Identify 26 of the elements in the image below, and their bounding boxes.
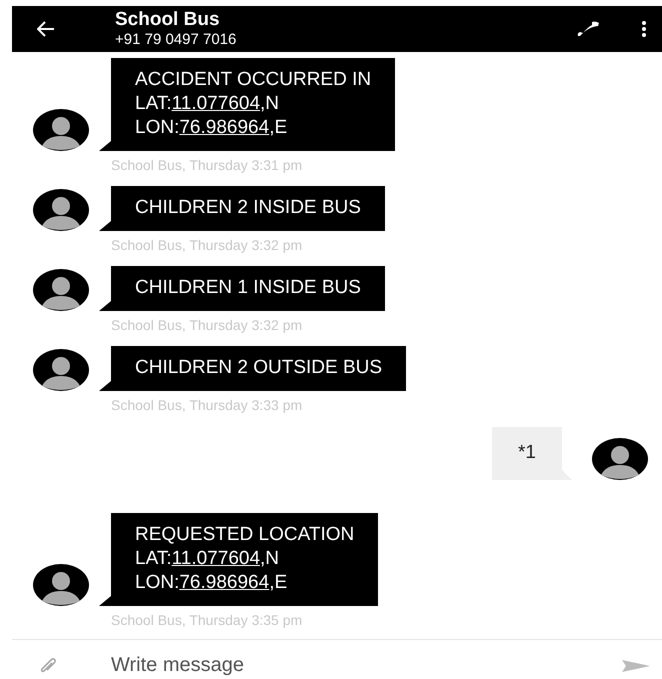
avatar-icon [33, 109, 89, 151]
message-input[interactable]: Write message [111, 650, 622, 679]
message-text: LON:76.986964,E [135, 571, 288, 595]
coordinate-link[interactable]: 11.077604 [172, 93, 260, 114]
message-text: ACCIDENT OCCURRED IN [135, 68, 372, 92]
avatar-icon [33, 189, 89, 231]
message-text: LAT:11.077604,N [135, 547, 280, 571]
avatar-icon [592, 438, 648, 480]
paperclip-icon[interactable] [39, 656, 57, 674]
avatar-icon [33, 269, 89, 311]
back-arrow-icon[interactable] [37, 21, 55, 37]
message-text: REQUESTED LOCATION [135, 523, 354, 547]
avatar-icon [33, 349, 89, 391]
message-text: LAT:11.077604,N [135, 92, 280, 116]
phone-number: +91 79 0497 7016 [115, 30, 236, 49]
coordinate-link[interactable]: 76.986964 [179, 572, 270, 593]
contact-name: School Bus [115, 9, 220, 30]
message-text: CHILDREN 2 OUTSIDE BUS [135, 356, 382, 380]
coordinate-link[interactable]: 76.986964 [179, 117, 270, 138]
coordinate-link[interactable]: 11.077604 [172, 548, 260, 569]
avatar-icon [33, 564, 89, 606]
message-text: LON:76.986964,E [135, 116, 288, 140]
message-text: CHILDREN 2 INSIDE BUS [135, 196, 361, 220]
more-options-icon[interactable] [642, 21, 646, 37]
message-text: CHILDREN 1 INSIDE BUS [135, 276, 361, 300]
message-text: *1 [518, 441, 536, 465]
